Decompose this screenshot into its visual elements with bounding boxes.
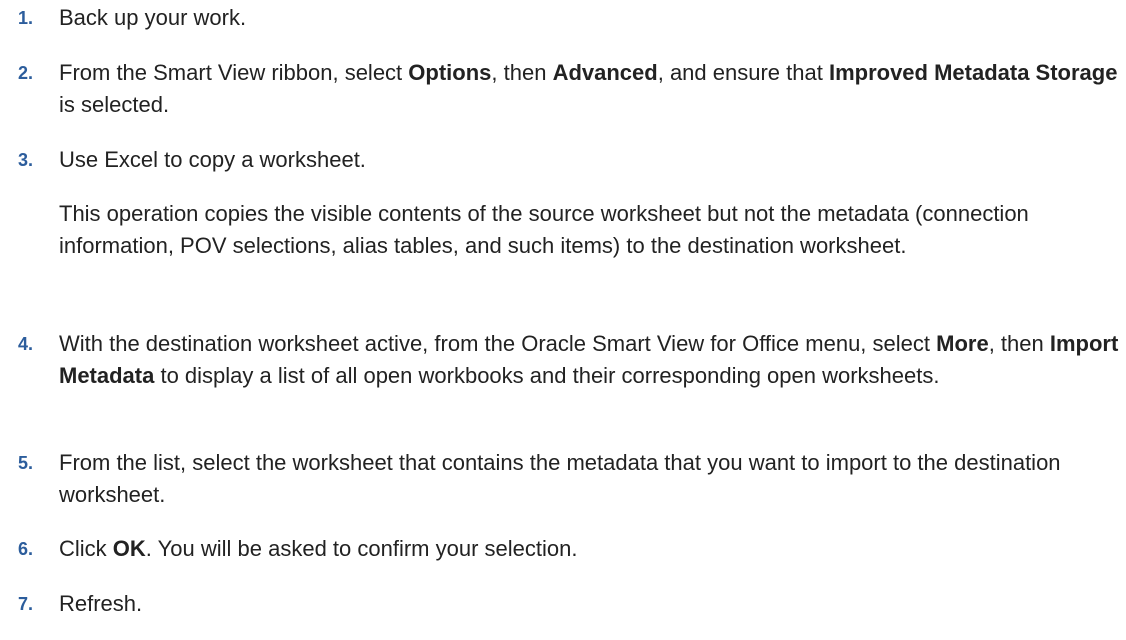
step-text: With the destination worksheet active, f… (59, 331, 1119, 388)
step-text: From the list, select the worksheet that… (59, 450, 1061, 507)
step-text: Use Excel to copy a worksheet. (59, 147, 366, 172)
step-number: 6. (18, 539, 34, 559)
ui-term: Options (408, 60, 492, 85)
step-number: 5. (18, 453, 34, 473)
step-text: Back up your work. (59, 5, 247, 30)
step-number: 1. (18, 8, 34, 28)
step-3-note: This operation copies the visible conten… (59, 201, 1029, 258)
ui-term: OK (112, 536, 146, 561)
ui-term: Advanced (552, 60, 658, 85)
step-text: From the Smart View ribbon, select Optio… (59, 60, 1118, 117)
step-text: Click OK. You will be asked to confirm y… (59, 536, 578, 561)
step-number: 2. (18, 63, 34, 83)
step-number: 7. (18, 594, 34, 614)
ui-term: Improved Metadata Storage (828, 60, 1118, 85)
step-number: 4. (18, 334, 34, 354)
ui-term: More (936, 331, 989, 356)
step-number: 3. (18, 150, 34, 170)
step-text: Refresh. (59, 591, 143, 616)
